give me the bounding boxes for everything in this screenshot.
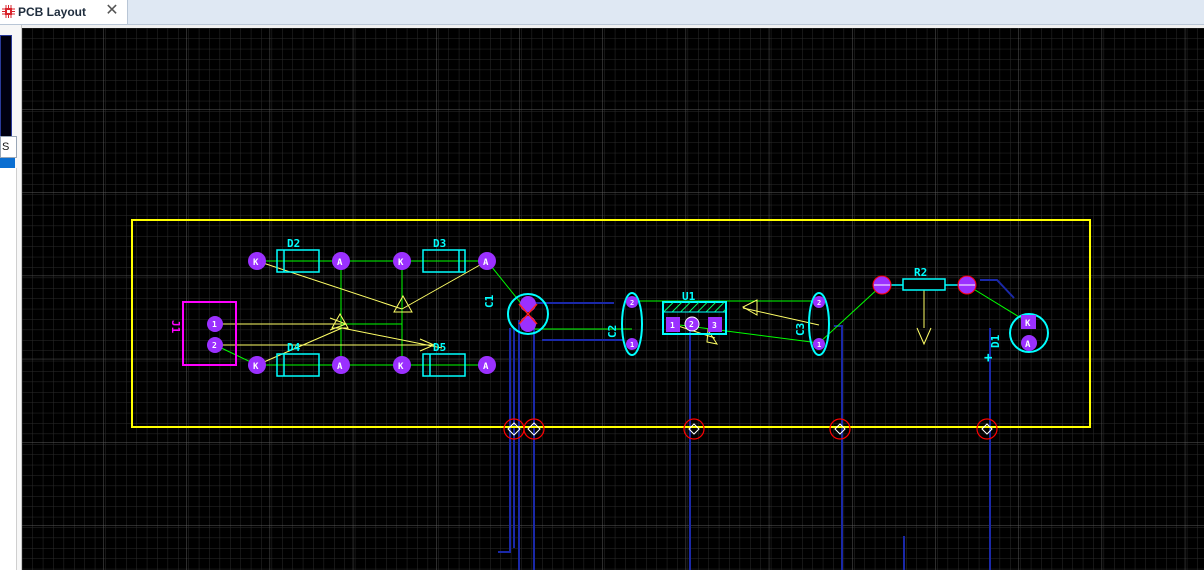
svg-text:1: 1 — [817, 341, 821, 349]
pcb-chip-icon — [2, 5, 15, 18]
document-tab-bar: PCB Layout ✕ — [0, 0, 1204, 25]
ref-j1: J1 — [169, 320, 182, 334]
tab-pcb-layout[interactable]: PCB Layout ✕ — [0, 0, 128, 24]
svg-text:A: A — [337, 362, 343, 372]
tab-label: PCB Layout — [18, 5, 87, 19]
svg-text:1: 1 — [212, 320, 217, 329]
ref-d4: D4 — [287, 341, 301, 354]
pcb-canvas[interactable]: D2 K A D3 K A D4 K A D5 K A J1 1 2 C1 2 … — [22, 28, 1204, 570]
ref-r2: R2 — [914, 266, 927, 279]
ref-c2: C2 — [606, 325, 619, 338]
pad-c1-1 — [520, 296, 536, 312]
side-list[interactable] — [0, 168, 17, 570]
ref-c3: C3 — [794, 323, 807, 336]
pad-c1-2 — [520, 316, 536, 332]
left-panel-strip: S — [0, 25, 22, 570]
svg-text:K: K — [1025, 319, 1031, 329]
svg-text:K: K — [253, 362, 259, 372]
ref-d3: D3 — [433, 237, 446, 250]
side-list-selected-row[interactable] — [0, 158, 15, 168]
svg-text:2: 2 — [817, 299, 821, 307]
svg-text:2: 2 — [212, 341, 217, 350]
svg-text:K: K — [253, 258, 259, 268]
svg-text:3: 3 — [712, 321, 717, 330]
ref-d1: D1 — [989, 334, 1002, 348]
svg-text:A: A — [337, 258, 343, 268]
svg-text:1: 1 — [630, 341, 634, 349]
ref-c1: C1 — [483, 294, 496, 308]
polarity-mark: + — [984, 350, 992, 366]
svg-text:2: 2 — [630, 299, 634, 307]
svg-text:K: K — [398, 258, 404, 268]
svg-text:A: A — [1025, 340, 1031, 350]
grid-major — [22, 28, 1204, 570]
ref-d2: D2 — [287, 237, 300, 250]
close-icon[interactable]: ✕ — [105, 3, 119, 19]
pcb-drawing: D2 K A D3 K A D4 K A D5 K A J1 1 2 C1 2 … — [22, 28, 1204, 570]
ref-u1: U1 — [682, 290, 696, 303]
svg-text:K: K — [398, 362, 404, 372]
svg-text:1: 1 — [670, 321, 675, 330]
svg-text:A: A — [483, 258, 489, 268]
board-preview[interactable] — [0, 35, 12, 143]
side-panel-tab[interactable]: S — [0, 136, 17, 158]
ref-d5: D5 — [433, 341, 446, 354]
svg-text:2: 2 — [689, 320, 694, 329]
svg-text:A: A — [483, 362, 489, 372]
